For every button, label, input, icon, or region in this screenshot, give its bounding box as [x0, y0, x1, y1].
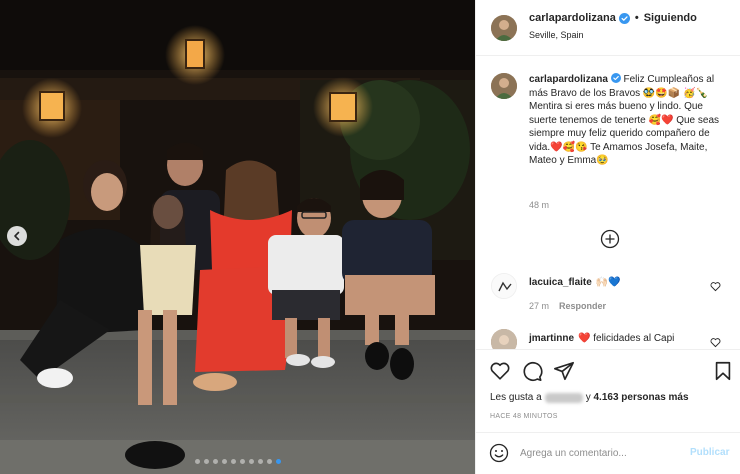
share-icon[interactable]	[553, 360, 575, 382]
chevron-left-icon	[14, 231, 20, 241]
following-button[interactable]: Siguiendo	[644, 12, 697, 24]
carousel-dot	[194, 459, 200, 464]
comment-time: 27 m	[529, 301, 550, 311]
blurred-username	[544, 392, 583, 403]
caption-username[interactable]: carlapardolizana	[529, 74, 608, 85]
heart-icon[interactable]	[710, 281, 721, 292]
reply-button[interactable]: Responder	[559, 301, 606, 311]
carousel-dot	[212, 459, 218, 464]
emoji-icon[interactable]	[489, 443, 509, 463]
family-photo	[0, 0, 475, 474]
post-header: carlapardolizana • Siguiendo Seville, Sp…	[476, 0, 740, 56]
comment-text: ❤️ felicidades al Capi	[578, 333, 675, 344]
publish-button[interactable]: Publicar	[690, 447, 729, 458]
post-actions: Les gusta a y 4.163 personas más HACE 48…	[476, 349, 740, 432]
carousel-dot	[266, 459, 272, 464]
comment-avatar[interactable]	[491, 329, 517, 349]
verified-icon	[618, 12, 630, 24]
comment-text: 🙌🏻💙	[595, 277, 621, 288]
separator-dot: •	[634, 12, 639, 24]
header-user-row: carlapardolizana • Siguiendo	[529, 12, 697, 24]
location-link[interactable]: Seville, Spain	[529, 30, 584, 40]
heart-icon[interactable]	[489, 360, 511, 382]
carousel-dot	[230, 459, 236, 464]
comment-icon[interactable]	[521, 360, 543, 382]
carousel-dot	[248, 459, 254, 464]
heart-icon[interactable]	[710, 337, 721, 348]
comment: jmartinne ❤️ felicidades al Capi	[529, 332, 729, 345]
post-panel: carlapardolizana • Siguiendo Seville, Sp…	[475, 0, 740, 474]
likes-conjunction: y	[585, 392, 591, 403]
post-time: HACE 48 MINUTOS	[490, 413, 558, 420]
likes-summary: Les gusta a y 4.163 personas más	[490, 392, 689, 403]
verified-icon	[610, 73, 621, 83]
post-photo[interactable]	[0, 0, 475, 474]
add-comment-bar: Publicar	[476, 432, 740, 474]
caption-avatar[interactable]	[491, 73, 517, 99]
carousel-prev-button[interactable]	[7, 226, 27, 246]
comment-username[interactable]: lacuica_flaite	[529, 277, 592, 288]
plus-circle-icon[interactable]	[600, 229, 620, 249]
comment-username[interactable]: jmartinne	[529, 333, 574, 344]
comment: lacuica_flaite 🙌🏻💙	[529, 276, 729, 289]
bookmark-icon[interactable]	[712, 360, 734, 382]
avatar[interactable]	[491, 15, 517, 41]
comment-meta: 27 m Responder	[529, 301, 606, 311]
comment-avatar[interactable]	[491, 273, 517, 299]
carousel-dot	[203, 459, 209, 464]
carousel-dot	[221, 459, 227, 464]
likes-prefix: Les gusta a	[490, 392, 542, 403]
caption-time: 48 m	[529, 200, 550, 210]
comment-input[interactable]	[520, 444, 680, 462]
caption-text: Feliz Cumpleaños al más Bravo de los Bra…	[529, 74, 719, 166]
caption: carlapardolizana Feliz Cumpleaños al más…	[529, 73, 729, 168]
carousel-dot	[239, 459, 245, 464]
carousel-indicator	[0, 459, 475, 464]
header-username[interactable]: carlapardolizana	[529, 12, 616, 24]
carousel-dot	[257, 459, 263, 464]
carousel-dot	[275, 459, 281, 464]
comments-section: carlapardolizana Feliz Cumpleaños al más…	[476, 57, 740, 349]
likes-count[interactable]: 4.163 personas más	[594, 392, 689, 403]
